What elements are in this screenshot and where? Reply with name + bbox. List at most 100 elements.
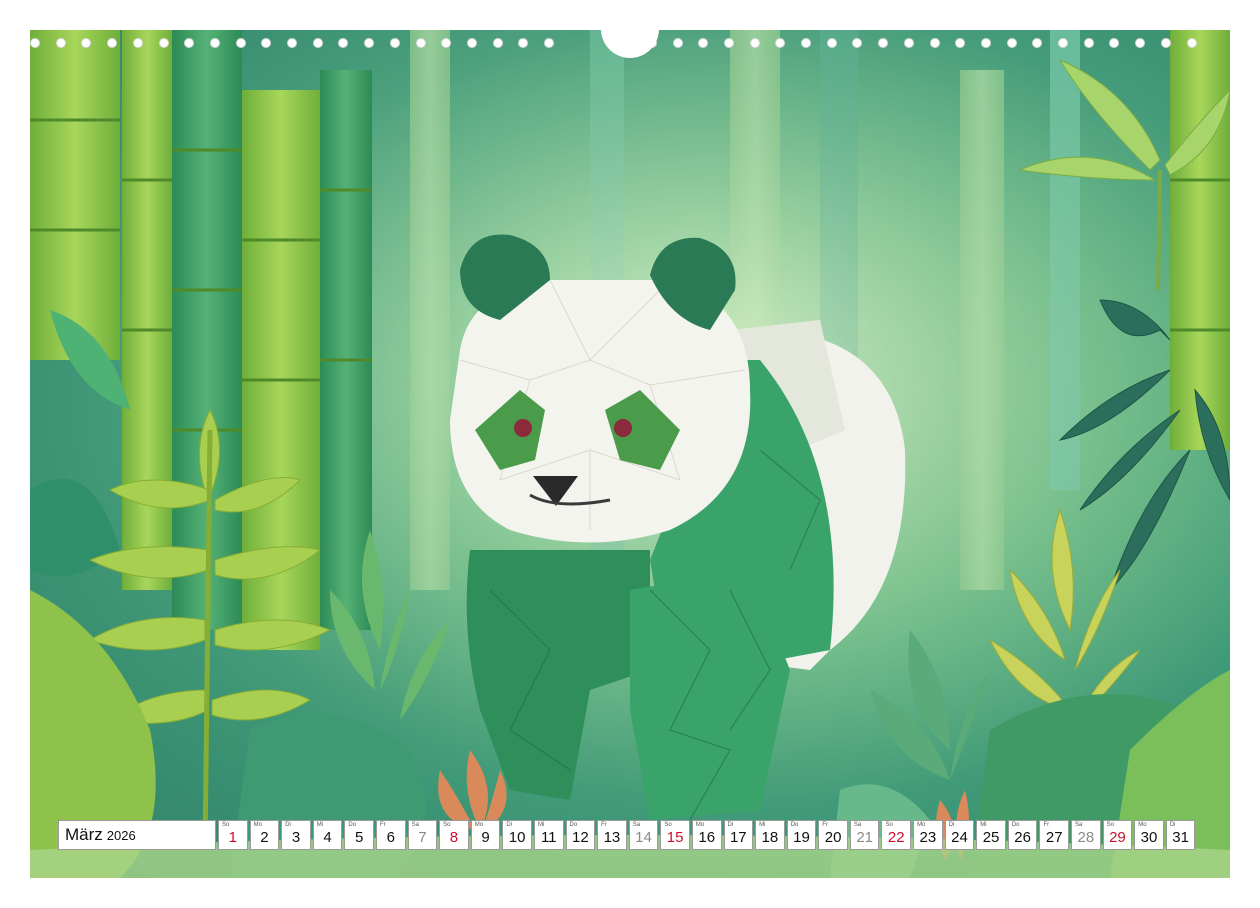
day-cell: So 8 (439, 820, 469, 850)
weekday-abbr: So (1106, 822, 1114, 828)
binding-ring (544, 38, 554, 48)
binding-ring (878, 38, 889, 48)
day-number: 8 (449, 829, 459, 846)
day-number: 9 (481, 829, 490, 846)
month-year: 2026 (106, 827, 136, 843)
day-cell: Fr 27 (1039, 820, 1070, 850)
month-label: März 2026 (58, 820, 216, 850)
day-number: 18 (761, 829, 779, 846)
binding-ring (929, 38, 940, 48)
binding-ring (672, 38, 683, 48)
day-cell: So 22 (881, 820, 912, 850)
weekday-abbr: Mi (759, 822, 766, 828)
day-number: 28 (1077, 829, 1095, 846)
day-number: 15 (666, 829, 684, 846)
binding-ring (698, 38, 709, 48)
binding-ring (415, 38, 426, 48)
weekday-abbr: Mo (253, 822, 262, 828)
weekday-abbr: Mo (474, 822, 484, 828)
binding-ring (158, 38, 169, 48)
day-number: 27 (1045, 829, 1063, 846)
weekday-abbr: Mi (980, 822, 987, 828)
weekday-abbr: Mi (316, 822, 324, 828)
day-number: 30 (1140, 829, 1158, 846)
day-number: 12 (571, 829, 589, 846)
binding-ring (132, 38, 143, 48)
binding-ring (1186, 38, 1197, 48)
weekday-abbr: So (222, 822, 230, 828)
binding-ring (287, 38, 297, 48)
weekday-abbr: Di (285, 822, 291, 828)
binding-ring (441, 38, 452, 48)
binding-ring (30, 38, 40, 48)
weekday-abbr: Mo (1138, 822, 1147, 828)
binding-ring (826, 38, 837, 48)
day-number: 21 (856, 829, 874, 846)
day-number: 1 (228, 829, 237, 846)
weekday-abbr: So (885, 822, 893, 828)
weekday-abbr: Do (569, 822, 578, 828)
day-cell: Mo 16 (691, 820, 722, 850)
binding-ring (1083, 38, 1094, 48)
day-number: 23 (919, 829, 937, 846)
day-number: 20 (824, 829, 842, 846)
day-number: 24 (951, 829, 968, 846)
day-number: 7 (418, 829, 427, 846)
day-cell: Fr 6 (375, 820, 406, 850)
day-cell: Fr 13 (597, 820, 627, 850)
weekday-abbr: So (443, 822, 451, 828)
weekday-abbr: Mo (917, 822, 926, 828)
weekday-abbr: Di (506, 822, 513, 828)
day-cell: Mo 2 (249, 820, 280, 850)
day-number: 3 (291, 829, 301, 846)
weekday-abbr: Fr (379, 822, 386, 828)
weekday-abbr: Sa (411, 822, 419, 828)
day-cell: Di 31 (1165, 820, 1196, 850)
day-cell: Di 3 (281, 820, 311, 850)
day-number: 14 (635, 829, 652, 846)
day-cell: Mi 25 (976, 820, 1006, 850)
day-number: 6 (386, 829, 395, 846)
day-cell: Mo 9 (470, 820, 501, 850)
weekday-abbr: Fr (1043, 822, 1050, 828)
binding-ring (1006, 38, 1017, 48)
day-cell: Mi 11 (533, 820, 564, 850)
day-number: 11 (540, 829, 557, 846)
day-number: 10 (508, 829, 526, 846)
binding-ring (749, 38, 760, 48)
day-number: 4 (323, 829, 332, 846)
day-cell: Di 10 (502, 820, 532, 850)
weekday-abbr: Do (348, 822, 357, 828)
day-cell: Fr 20 (818, 820, 848, 850)
day-cell: Di 17 (723, 820, 754, 850)
day-number: 19 (793, 829, 810, 846)
binding-ring (852, 38, 863, 48)
weekday-abbr: Di (727, 822, 734, 828)
origami-panda-scene (30, 30, 1230, 878)
day-number: 31 (1172, 829, 1189, 846)
day-cell: Sa 21 (849, 820, 880, 850)
weekday-abbr: Di (948, 822, 955, 828)
day-number: 29 (1109, 829, 1126, 846)
day-cell: So 29 (1102, 820, 1133, 850)
weekday-abbr: Do (1011, 822, 1020, 828)
binding-ring (955, 38, 966, 48)
right-bamboo-stalks (1170, 30, 1230, 450)
day-number: 13 (603, 829, 621, 846)
binding-ring (801, 38, 811, 48)
weekday-abbr: Sa (632, 822, 641, 828)
day-cell: Di 24 (944, 820, 975, 850)
day-cell: Do 5 (344, 820, 374, 850)
binding-ring (903, 38, 914, 48)
binding-ring (261, 38, 272, 48)
day-number: 5 (355, 829, 364, 846)
binding-ring (466, 38, 477, 48)
day-number: 25 (982, 829, 1000, 846)
weekday-abbr: Fr (822, 822, 828, 828)
day-cell: So 15 (660, 820, 690, 850)
binding-ring (1160, 38, 1171, 48)
binding-ring (312, 38, 323, 48)
binding-ring (81, 38, 92, 48)
day-cell: Sa 7 (407, 820, 438, 850)
day-cell: Do 12 (565, 820, 596, 850)
